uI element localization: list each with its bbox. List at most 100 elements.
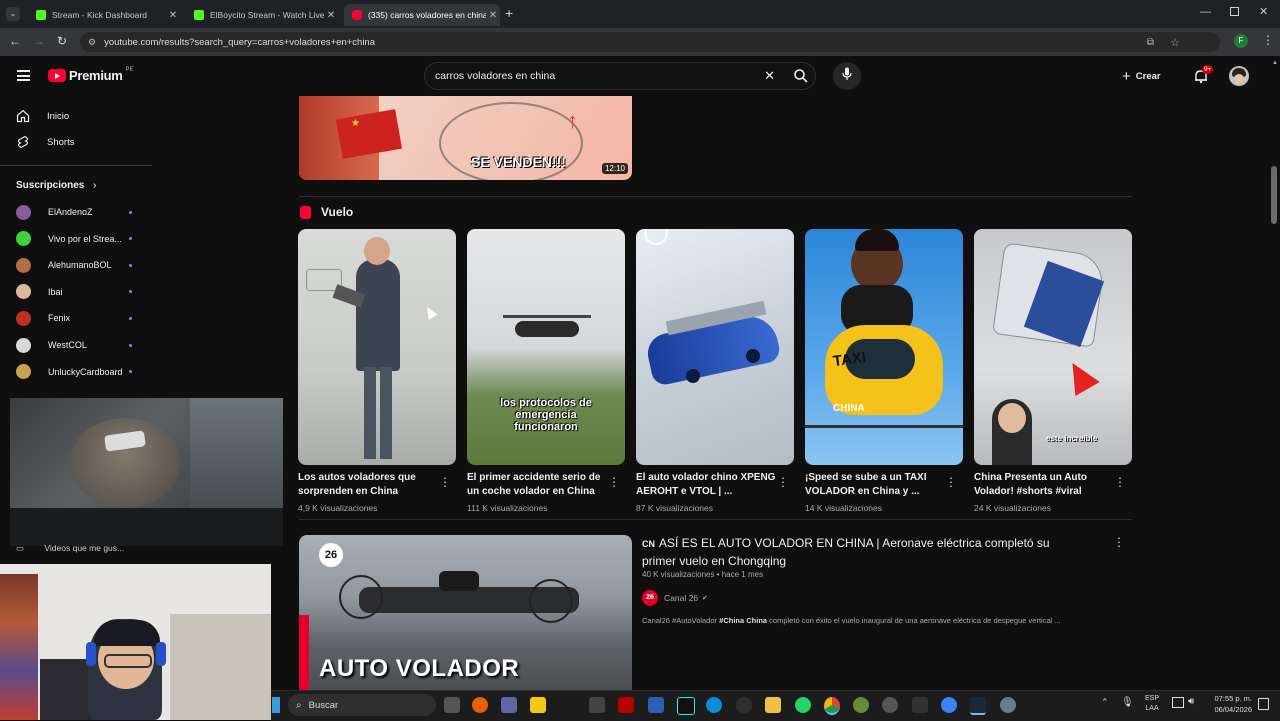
taskbar-search[interactable]: ⌕ Buscar bbox=[288, 694, 436, 716]
volume-icon[interactable]: 🔊︎ bbox=[1188, 696, 1194, 707]
messenger-icon[interactable] bbox=[941, 697, 957, 713]
store-icon[interactable] bbox=[530, 697, 546, 713]
shelf-thumbnail[interactable] bbox=[636, 229, 794, 465]
language-indicator[interactable]: ESP LAA bbox=[1145, 694, 1159, 714]
reload-icon[interactable]: ↻ bbox=[57, 34, 67, 48]
notifications-button[interactable]: 9+ bbox=[1193, 65, 1214, 84]
profile-icon[interactable]: F bbox=[1234, 34, 1248, 48]
shelf-thumbnail[interactable]: los protocolos de emergencia funcionaron bbox=[467, 229, 625, 465]
teams-icon[interactable] bbox=[501, 697, 517, 713]
steam-icon[interactable] bbox=[970, 697, 986, 715]
tab-title: (335) carros voladores en china bbox=[368, 10, 486, 20]
subscription-item[interactable]: Vivo por el Strea... bbox=[16, 229, 136, 249]
edge-icon[interactable] bbox=[706, 697, 722, 713]
clear-search-icon[interactable]: ✕ bbox=[764, 68, 775, 84]
close-tab-icon[interactable]: ✕ bbox=[486, 10, 500, 21]
subscriptions-heading[interactable]: Suscripciones › bbox=[16, 180, 96, 191]
app-icon[interactable] bbox=[589, 697, 605, 713]
browser-tab-strip: ⌄ Stream - Kick Dashboard ✕ ElBoycito St… bbox=[0, 0, 1280, 28]
sidebar-item-inicio[interactable]: Inicio bbox=[16, 104, 69, 128]
task-view-icon[interactable] bbox=[444, 697, 460, 713]
search-icon[interactable] bbox=[793, 68, 809, 84]
new-tab-icon[interactable]: + bbox=[505, 5, 513, 21]
microphone-tray-icon[interactable]: 🎙︎ bbox=[1121, 697, 1134, 708]
close-window-icon[interactable]: ✕ bbox=[1259, 5, 1268, 18]
sidebar-item-shorts[interactable]: Shorts bbox=[16, 130, 74, 154]
shelf-thumbnail[interactable] bbox=[298, 229, 456, 465]
minimize-icon[interactable]: — bbox=[1200, 6, 1211, 18]
result-video-title[interactable]: CN ASÍ ES EL AUTO VOLADOR EN CHINA | Aero… bbox=[642, 535, 1082, 570]
result-video-thumbnail[interactable]: 26 AUTO VOLADOR bbox=[299, 535, 632, 695]
site-info-icon[interactable]: ⚙ bbox=[88, 37, 96, 48]
channel-avatar bbox=[16, 284, 31, 300]
shelf-thumbnail[interactable]: TAXI CHINA bbox=[805, 229, 963, 465]
chrome-icon[interactable] bbox=[824, 697, 840, 715]
top-video-thumbnail[interactable]: ★ ↑ SE VENDEN!!! 12:10 bbox=[299, 96, 632, 180]
clock[interactable]: 07:55 p. m. 06/04/2026 bbox=[1206, 693, 1252, 715]
notification-center-icon[interactable] bbox=[1258, 698, 1269, 710]
more-options-icon[interactable]: ⋮ bbox=[1113, 535, 1125, 549]
sidebar-item-label: Shorts bbox=[47, 136, 75, 148]
network-icon[interactable] bbox=[1172, 697, 1184, 708]
browser-menu-icon[interactable]: ⋮ bbox=[1262, 33, 1274, 47]
voice-search-button[interactable] bbox=[833, 62, 861, 90]
more-options-icon[interactable]: ⋮ bbox=[608, 475, 620, 489]
home-icon bbox=[16, 109, 30, 123]
shelf-video-title[interactable]: ¡Speed se sube a un TAXI VOLADOR en Chin… bbox=[805, 471, 945, 499]
shelf-video-title[interactable]: El primer accidente serio de un coche vo… bbox=[467, 471, 607, 499]
liked-videos-item[interactable]: ▭ Videos que me gus... bbox=[16, 543, 124, 554]
app-green-icon[interactable] bbox=[853, 697, 869, 713]
browser-tab-youtube[interactable]: (335) carros voladores en china ✕ bbox=[344, 4, 500, 26]
forward-icon[interactable]: → bbox=[33, 34, 45, 48]
more-options-icon[interactable]: ⋮ bbox=[439, 475, 451, 489]
search-input[interactable]: carros voladores en china ✕ bbox=[424, 62, 816, 90]
close-tab-icon[interactable]: ✕ bbox=[166, 10, 180, 21]
channel-avatar bbox=[16, 204, 31, 220]
shelf-thumbnail[interactable]: este increíble bbox=[974, 229, 1132, 465]
shelf-video-title[interactable]: China Presenta un Auto Volador! #shorts … bbox=[974, 471, 1114, 499]
subscription-item[interactable]: UnluckyCardboard bbox=[16, 362, 136, 382]
app-red-icon[interactable] bbox=[618, 697, 634, 713]
address-bar[interactable]: ⚙ youtube.com/results?search_query=carro… bbox=[80, 32, 1220, 52]
subscription-item[interactable]: ElAndenoZ bbox=[16, 202, 136, 222]
view-count: 14 K visualizaciones bbox=[805, 503, 883, 513]
app-gear-icon[interactable] bbox=[882, 697, 898, 713]
more-options-icon[interactable]: ⋮ bbox=[1114, 475, 1126, 489]
bookmark-star-icon[interactable]: ☆ bbox=[1170, 36, 1180, 49]
scroll-up-arrow-icon[interactable]: ▲ bbox=[1272, 60, 1278, 66]
more-options-icon[interactable]: ⋮ bbox=[777, 475, 789, 489]
channel-avatar bbox=[16, 337, 31, 353]
install-app-icon[interactable]: ⧉ bbox=[1147, 37, 1154, 48]
more-options-icon[interactable]: ⋮ bbox=[945, 475, 957, 489]
close-tab-icon[interactable]: ✕ bbox=[324, 10, 338, 21]
subscription-item[interactable]: AlehumanoBOL bbox=[16, 255, 136, 275]
tab-search-icon[interactable]: ⌄ bbox=[6, 7, 20, 21]
tiktok-icon[interactable] bbox=[677, 697, 695, 715]
avatar[interactable] bbox=[1229, 66, 1249, 86]
app-blue-icon[interactable] bbox=[648, 697, 664, 713]
app-g-icon[interactable] bbox=[912, 697, 928, 713]
windows-start-icon[interactable] bbox=[272, 697, 280, 713]
back-icon[interactable]: ← bbox=[9, 34, 21, 48]
youtube-logo[interactable]: Premium PE bbox=[48, 67, 134, 83]
settings-icon[interactable] bbox=[1000, 697, 1016, 713]
maximize-icon[interactable] bbox=[1230, 7, 1239, 16]
guide-menu-icon[interactable] bbox=[17, 70, 30, 81]
page-scrollbar[interactable] bbox=[1271, 166, 1277, 224]
desc-part: Canal26 #AutoVolador bbox=[642, 616, 720, 625]
subscription-item[interactable]: Fenix bbox=[16, 308, 136, 328]
subscription-item[interactable]: Ibai bbox=[16, 282, 136, 302]
whatsapp-icon[interactable] bbox=[795, 697, 811, 713]
obs-icon[interactable] bbox=[736, 697, 752, 713]
subscription-item[interactable]: WestCOL bbox=[16, 335, 136, 355]
browser-tab-elboycito[interactable]: ElBoycito Stream - Watch Live o ✕ bbox=[186, 4, 338, 26]
shelf-video-title[interactable]: Los autos voladores que sorprenden en Ch… bbox=[298, 471, 438, 499]
firefox-icon[interactable] bbox=[472, 697, 488, 713]
browser-tab-kick-dashboard[interactable]: Stream - Kick Dashboard ✕ bbox=[28, 4, 180, 26]
sidebar-divider bbox=[0, 165, 152, 166]
shelf-video-title[interactable]: El auto volador chino XPENG AEROHT e VTO… bbox=[636, 471, 776, 499]
file-explorer-icon[interactable] bbox=[765, 697, 781, 713]
tray-chevron-icon[interactable]: ⌃ bbox=[1101, 697, 1109, 708]
create-button[interactable]: + Crear bbox=[1122, 66, 1161, 86]
result-channel[interactable]: 26 Canal 26 ✔ bbox=[642, 590, 708, 606]
